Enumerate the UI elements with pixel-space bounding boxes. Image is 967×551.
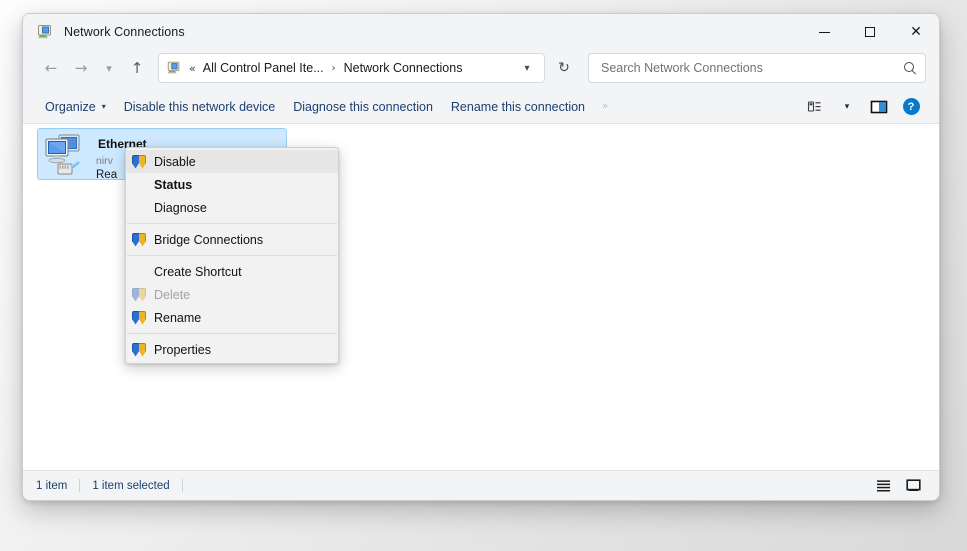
chevron-down-icon: ▾ <box>524 62 530 74</box>
rename-connection-button[interactable]: Rename this connection <box>442 95 594 119</box>
item-count-label: 1 item <box>36 479 68 492</box>
context-menu-separator <box>127 255 337 256</box>
shield-icon <box>132 310 154 325</box>
shield-icon <box>132 287 154 302</box>
help-icon: ? <box>902 98 920 115</box>
context-menu-item-delete: Delete <box>126 283 338 306</box>
title-bar: Network Connections ✕ <box>23 14 939 50</box>
window-title: Network Connections <box>64 25 185 39</box>
command-overflow-icon[interactable]: » <box>594 97 616 116</box>
disable-device-label: Disable this network device <box>123 99 276 114</box>
forward-button[interactable]: → <box>66 54 96 82</box>
minimize-button[interactable] <box>801 14 847 50</box>
maximize-button[interactable] <box>847 14 893 50</box>
chevron-down-icon: ▾ <box>106 61 112 75</box>
status-divider <box>181 479 183 492</box>
context-menu-item-label: Delete <box>154 287 191 302</box>
caption-button-group: ✕ <box>801 14 939 50</box>
organize-label: Organize <box>45 99 96 114</box>
search-input[interactable] <box>599 60 903 76</box>
context-menu-item-label: Diagnose <box>154 200 207 215</box>
organize-button[interactable]: Organize ▾ <box>36 95 115 119</box>
preview-pane-icon <box>870 100 888 113</box>
search-box[interactable] <box>588 53 926 83</box>
arrow-left-icon: ← <box>44 59 58 77</box>
arrow-up-icon: ↑ <box>130 59 144 77</box>
recent-locations-button[interactable]: ▾ <box>96 54 122 82</box>
breadcrumb-separator-icon: › <box>331 62 336 74</box>
context-menu-separator <box>127 223 337 224</box>
context-menu-item-create-shortcut[interactable]: Create Shortcut <box>126 260 338 283</box>
context-menu-item-rename[interactable]: Rename <box>126 306 338 329</box>
close-icon: ✕ <box>910 24 922 40</box>
navigation-bar: ← → ▾ ↑ « All Control Panel Ite... › Net… <box>23 50 939 90</box>
breadcrumb-overflow-icon[interactable]: « <box>189 62 196 75</box>
command-bar: Organize ▾ Disable this network device D… <box>23 90 939 124</box>
network-connections-window: Network Connections ✕ ← → ▾ ↑ « All Cont… <box>22 13 940 501</box>
address-dropdown-button[interactable]: ▾ <box>514 55 540 81</box>
large-icons-view-button[interactable] <box>900 475 926 497</box>
details-view-button[interactable] <box>870 475 896 497</box>
context-menu-item-bridge-connections[interactable]: Bridge Connections <box>126 228 338 251</box>
diagnose-connection-label: Diagnose this connection <box>293 99 433 114</box>
breadcrumb-item-control-panel[interactable]: All Control Panel Ite... <box>200 58 327 78</box>
preview-pane-button[interactable] <box>864 94 894 120</box>
details-view-icon <box>876 480 890 492</box>
command-bar-right-group: ▾ ? <box>800 94 926 120</box>
context-menu-item-label: Status <box>154 177 193 192</box>
address-folder-icon <box>166 60 182 76</box>
view-toggle-group <box>870 475 926 497</box>
status-divider <box>79 479 81 492</box>
close-button[interactable]: ✕ <box>893 14 939 50</box>
chevron-down-icon: ▾ <box>101 102 106 111</box>
back-button[interactable]: ← <box>36 54 66 82</box>
up-button[interactable]: ↑ <box>122 54 152 82</box>
breadcrumb-item-network-connections[interactable]: Network Connections <box>341 58 466 78</box>
diagnose-connection-button[interactable]: Diagnose this connection <box>284 95 442 119</box>
context-menu-item-status[interactable]: Status <box>126 173 338 196</box>
view-options-icon <box>807 100 821 112</box>
refresh-icon: ↻ <box>558 60 570 76</box>
help-button[interactable]: ? <box>896 94 926 120</box>
context-menu-item-label: Rename <box>154 310 202 325</box>
arrow-right-icon: → <box>74 59 88 77</box>
search-icon <box>903 61 917 75</box>
shield-icon <box>132 154 154 169</box>
change-view-button[interactable] <box>800 94 830 120</box>
context-menu-item-label: Disable <box>154 154 196 169</box>
rename-connection-label: Rename this connection <box>450 99 586 114</box>
ethernet-adapter-icon <box>42 132 90 178</box>
context-menu-item-label: Bridge Connections <box>154 232 264 247</box>
large-icons-view-icon <box>905 479 921 491</box>
context-menu-item-label: Properties <box>154 342 211 357</box>
context-menu-item-diagnose[interactable]: Diagnose <box>126 196 338 219</box>
view-dropdown-button[interactable]: ▾ <box>832 94 862 120</box>
connections-list-area[interactable]: Ethernet nirv Rea Disable Status Diagnos… <box>23 124 939 470</box>
context-menu-item-properties[interactable]: Properties <box>126 338 338 361</box>
context-menu[interactable]: Disable Status Diagnose Bridge Connectio… <box>125 147 339 364</box>
context-menu-item-disable[interactable]: Disable <box>126 150 338 173</box>
chevron-down-icon: ▾ <box>844 101 850 112</box>
selection-count-label: 1 item selected <box>92 479 170 492</box>
disable-network-device-button[interactable]: Disable this network device <box>115 95 284 119</box>
shield-icon <box>132 342 154 357</box>
context-menu-separator <box>127 333 337 334</box>
address-bar[interactable]: « All Control Panel Ite... › Network Con… <box>158 53 545 83</box>
refresh-button[interactable]: ↻ <box>549 54 579 82</box>
network-connections-icon <box>36 23 54 41</box>
shield-icon <box>132 232 154 247</box>
status-bar: 1 item 1 item selected <box>23 470 939 500</box>
context-menu-item-label: Create Shortcut <box>154 264 242 279</box>
